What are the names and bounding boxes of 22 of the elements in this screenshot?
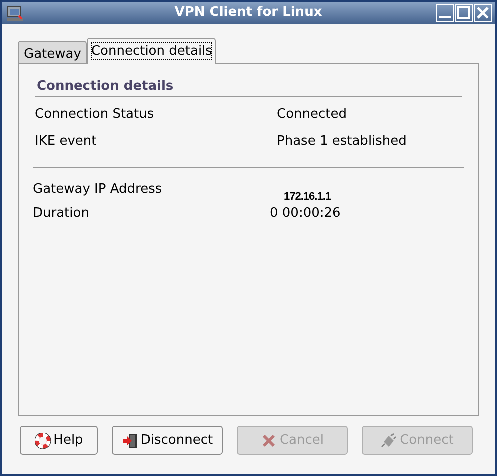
window-title: VPN Client for Linux xyxy=(174,4,322,22)
maximize-icon[interactable] xyxy=(455,4,473,22)
field-value: Connected xyxy=(277,106,348,124)
field-value: 0 00:00:26 xyxy=(270,205,341,224)
field-label: IKE event xyxy=(35,132,98,151)
tab[interactable]: Gateway xyxy=(18,41,88,64)
cross-icon xyxy=(260,432,277,448)
app-icon xyxy=(6,4,24,22)
field-label: Connection Status xyxy=(35,106,156,124)
lifebuoy-icon xyxy=(34,432,51,448)
field-value: Phase 1 established xyxy=(277,132,407,151)
disconnect-button[interactable]: Disconnect xyxy=(112,426,223,455)
section-heading: Connection details xyxy=(37,78,175,96)
field-label: Duration xyxy=(33,205,90,224)
door-arrow-icon xyxy=(122,432,138,448)
field-value: 172.16.1.1 xyxy=(284,190,331,205)
tab[interactable]: Connection details xyxy=(87,38,216,64)
minimize-icon[interactable] xyxy=(436,4,454,22)
help-button[interactable]: Help xyxy=(20,426,98,455)
field-label: Gateway IP Address xyxy=(33,181,164,200)
plug-icon xyxy=(381,432,398,448)
close-icon[interactable] xyxy=(474,4,492,22)
